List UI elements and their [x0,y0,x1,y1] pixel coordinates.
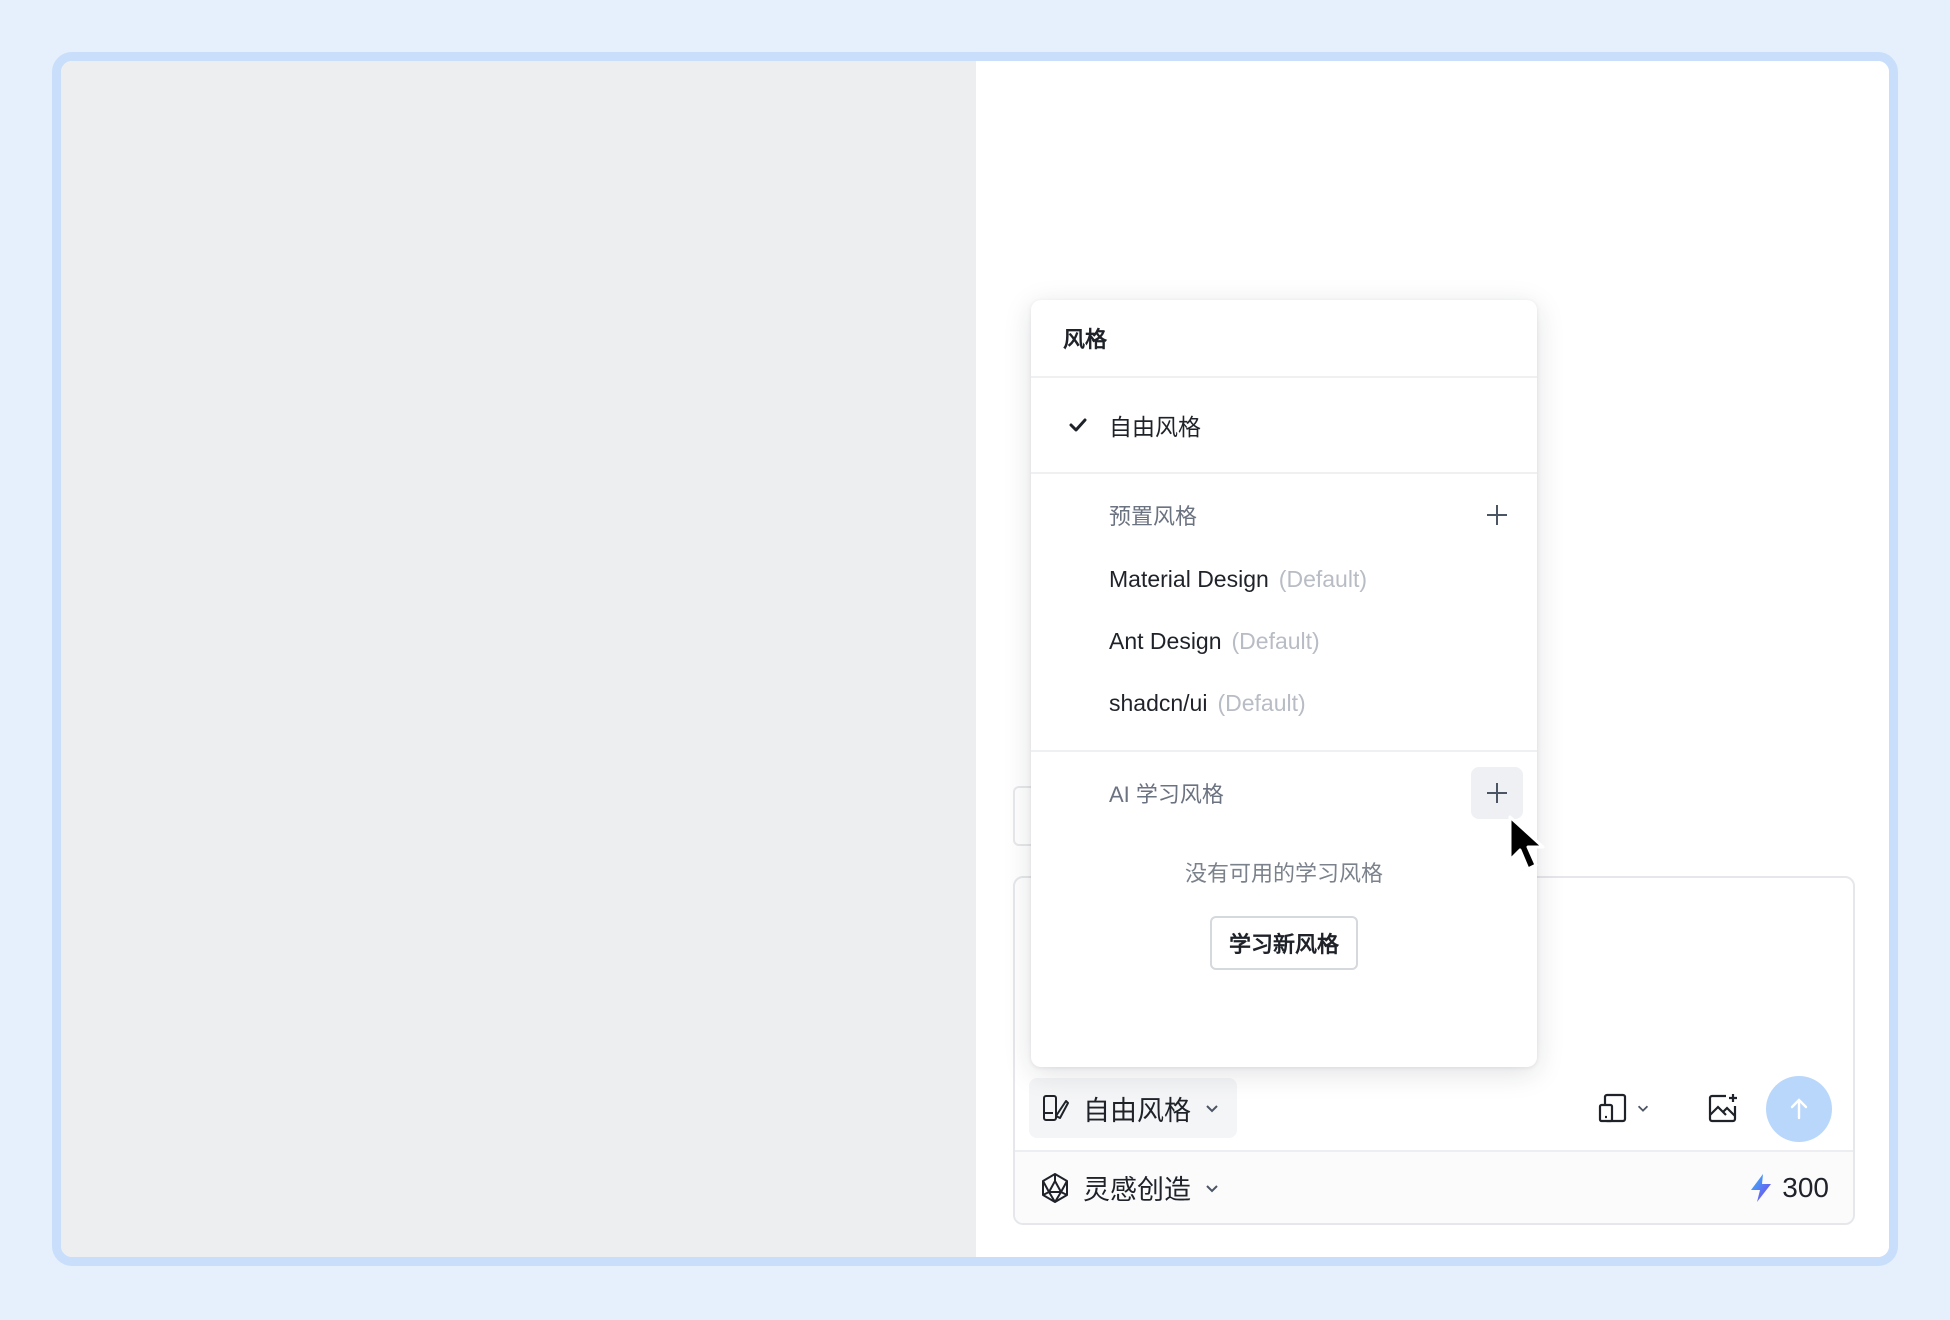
chevron-down-icon [1203,1099,1221,1117]
ai-styles-title: AI 学习风格 [1031,762,1537,824]
preset-item-name: Ant Design [1109,627,1222,654]
polyhedron-icon [1039,1172,1071,1204]
preset-item-shadcn-ui[interactable]: shadcn/ui (Default) [1031,672,1537,734]
check-icon [1067,414,1089,436]
mode-select-label: 灵感创造 [1083,1175,1191,1205]
plus-icon [1487,505,1507,525]
style-select-label: 自由风格 [1083,1095,1191,1126]
preset-styles-section: 预置风格 Material Design (Default) Ant Desig… [1031,474,1537,752]
preset-item-ant-design[interactable]: Ant Design (Default) [1031,610,1537,672]
preset-item-name: Material Design [1109,565,1269,592]
style-select-button[interactable]: 自由风格 [1029,1078,1237,1138]
preset-styles-title-text: 预置风格 [1109,504,1198,529]
add-preset-style-button[interactable] [1471,489,1523,541]
option-free-style-label: 自由风格 [1109,414,1201,440]
composer-toolbar: 自由风格 [1015,1068,1853,1150]
app-window: 自由风格 灵感创造 300 风格 自由风格 预置风格 Material Desi… [52,52,1898,1266]
chevron-down-icon [1635,1100,1651,1116]
device-select-button[interactable] [1597,1078,1651,1138]
empty-state-text: 没有可用的学习风格 [1184,861,1383,886]
style-brush-icon [1041,1093,1071,1123]
preview-pane [61,61,976,1257]
send-button[interactable] [1766,1076,1832,1142]
arrow-up-icon [1785,1095,1813,1123]
style-dropdown: 风格 自由风格 预置风格 Material Design (Default) A… [1031,300,1537,1067]
ai-styles-section: AI 学习风格 没有可用的学习风格 学习新风格 [1031,752,1537,970]
learn-new-style-button[interactable]: 学习新风格 [1210,916,1358,970]
device-icon [1597,1091,1631,1125]
add-ai-style-button[interactable] [1471,767,1523,819]
image-add-icon [1706,1091,1740,1125]
credits-value: 300 [1782,1171,1829,1203]
ai-styles-title-text: AI 学习风格 [1109,782,1224,807]
preset-item-tag: (Default) [1231,627,1320,654]
plus-icon [1487,783,1507,803]
preset-item-tag: (Default) [1278,565,1367,592]
preset-item-tag: (Default) [1217,689,1306,716]
chevron-down-icon [1203,1179,1221,1197]
dropdown-title: 风格 [1031,300,1537,378]
add-image-button[interactable] [1693,1078,1753,1138]
preset-styles-title: 预置风格 [1031,484,1537,546]
preset-item-name: shadcn/ui [1109,689,1208,716]
mode-select-button[interactable]: 灵感创造 [1039,1152,1221,1223]
credits-counter: 300 [1748,1152,1829,1223]
preset-item-material-design[interactable]: Material Design (Default) [1031,548,1537,610]
option-free-style[interactable]: 自由风格 [1031,378,1537,474]
composer-footer: 灵感创造 300 [1015,1150,1853,1223]
preset-style-list: Material Design (Default) Ant Design (De… [1031,546,1537,734]
lightning-icon [1748,1173,1774,1203]
